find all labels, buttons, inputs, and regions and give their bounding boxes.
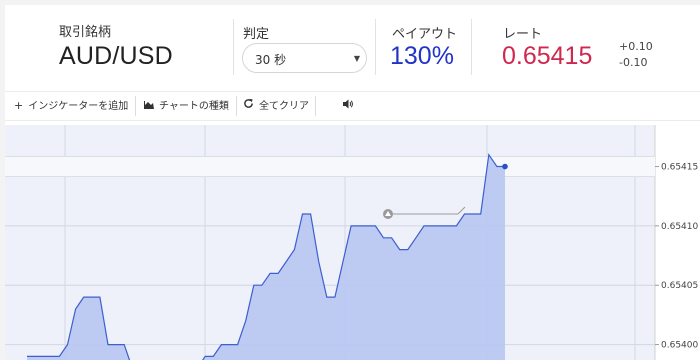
plus-icon: +: [14, 99, 24, 112]
area-chart-icon: [144, 92, 154, 120]
rate-up-delta: +0.10: [619, 40, 653, 53]
payout-label: ペイアウト: [392, 27, 458, 42]
rate-value: 0.65415: [502, 42, 593, 70]
payout-value: 130%: [390, 42, 454, 70]
toolbar-divider: [315, 96, 316, 116]
current-price-band: [5, 156, 655, 177]
clear-all-button[interactable]: 全てクリア: [243, 92, 309, 120]
clear-all-label: 全てクリア: [259, 101, 309, 112]
chart-type-label: チャートの種類: [159, 101, 229, 112]
header-divider: [375, 19, 376, 75]
chevron-down-icon: ▼: [353, 54, 360, 63]
rate-label: レート: [503, 27, 543, 42]
y-tick-label: 0.65400: [661, 341, 698, 351]
toolbar-divider: [135, 96, 136, 116]
last-price-dot: [502, 163, 508, 170]
header-divider: [471, 19, 472, 75]
y-tick-label: 0.65410: [661, 222, 698, 232]
duration-select[interactable]: 30 秒 ▼: [242, 43, 367, 73]
y-tick-label: 0.65415: [661, 163, 698, 173]
header-divider: [233, 19, 234, 75]
toolbar-divider: [236, 96, 237, 116]
chart-toolbar: + インジケーターを追加 チャートの種類 全てクリア: [5, 91, 700, 121]
price-chart[interactable]: 0.65415 0.65410 0.65405 0.65400: [5, 125, 700, 360]
symbol-value[interactable]: AUD/USD: [59, 42, 173, 71]
symbol-label: 取引銘柄: [59, 25, 112, 40]
add-indicator-button[interactable]: + インジケーターを追加: [14, 92, 128, 120]
judge-label: 判定: [243, 27, 270, 42]
rate-down-delta: -0.10: [619, 56, 648, 69]
y-tick-label: 0.65405: [661, 281, 698, 291]
trading-panel: 取引銘柄 AUD/USD 判定 30 秒 ▼ ペイアウト 130% レート 0.…: [5, 5, 700, 360]
speaker-icon: [343, 92, 354, 120]
y-axis-panel: [655, 125, 700, 360]
refresh-icon: [243, 92, 254, 120]
chart-type-button[interactable]: チャートの種類: [144, 92, 229, 120]
price-chart-svg: 0.65415 0.65410 0.65405 0.65400: [5, 125, 700, 360]
add-indicator-label: インジケーターを追加: [28, 101, 129, 112]
sound-toggle-button[interactable]: [343, 92, 359, 120]
duration-value: 30 秒: [255, 53, 287, 67]
header: 取引銘柄 AUD/USD 判定 30 秒 ▼ ペイアウト 130% レート 0.…: [5, 5, 700, 87]
